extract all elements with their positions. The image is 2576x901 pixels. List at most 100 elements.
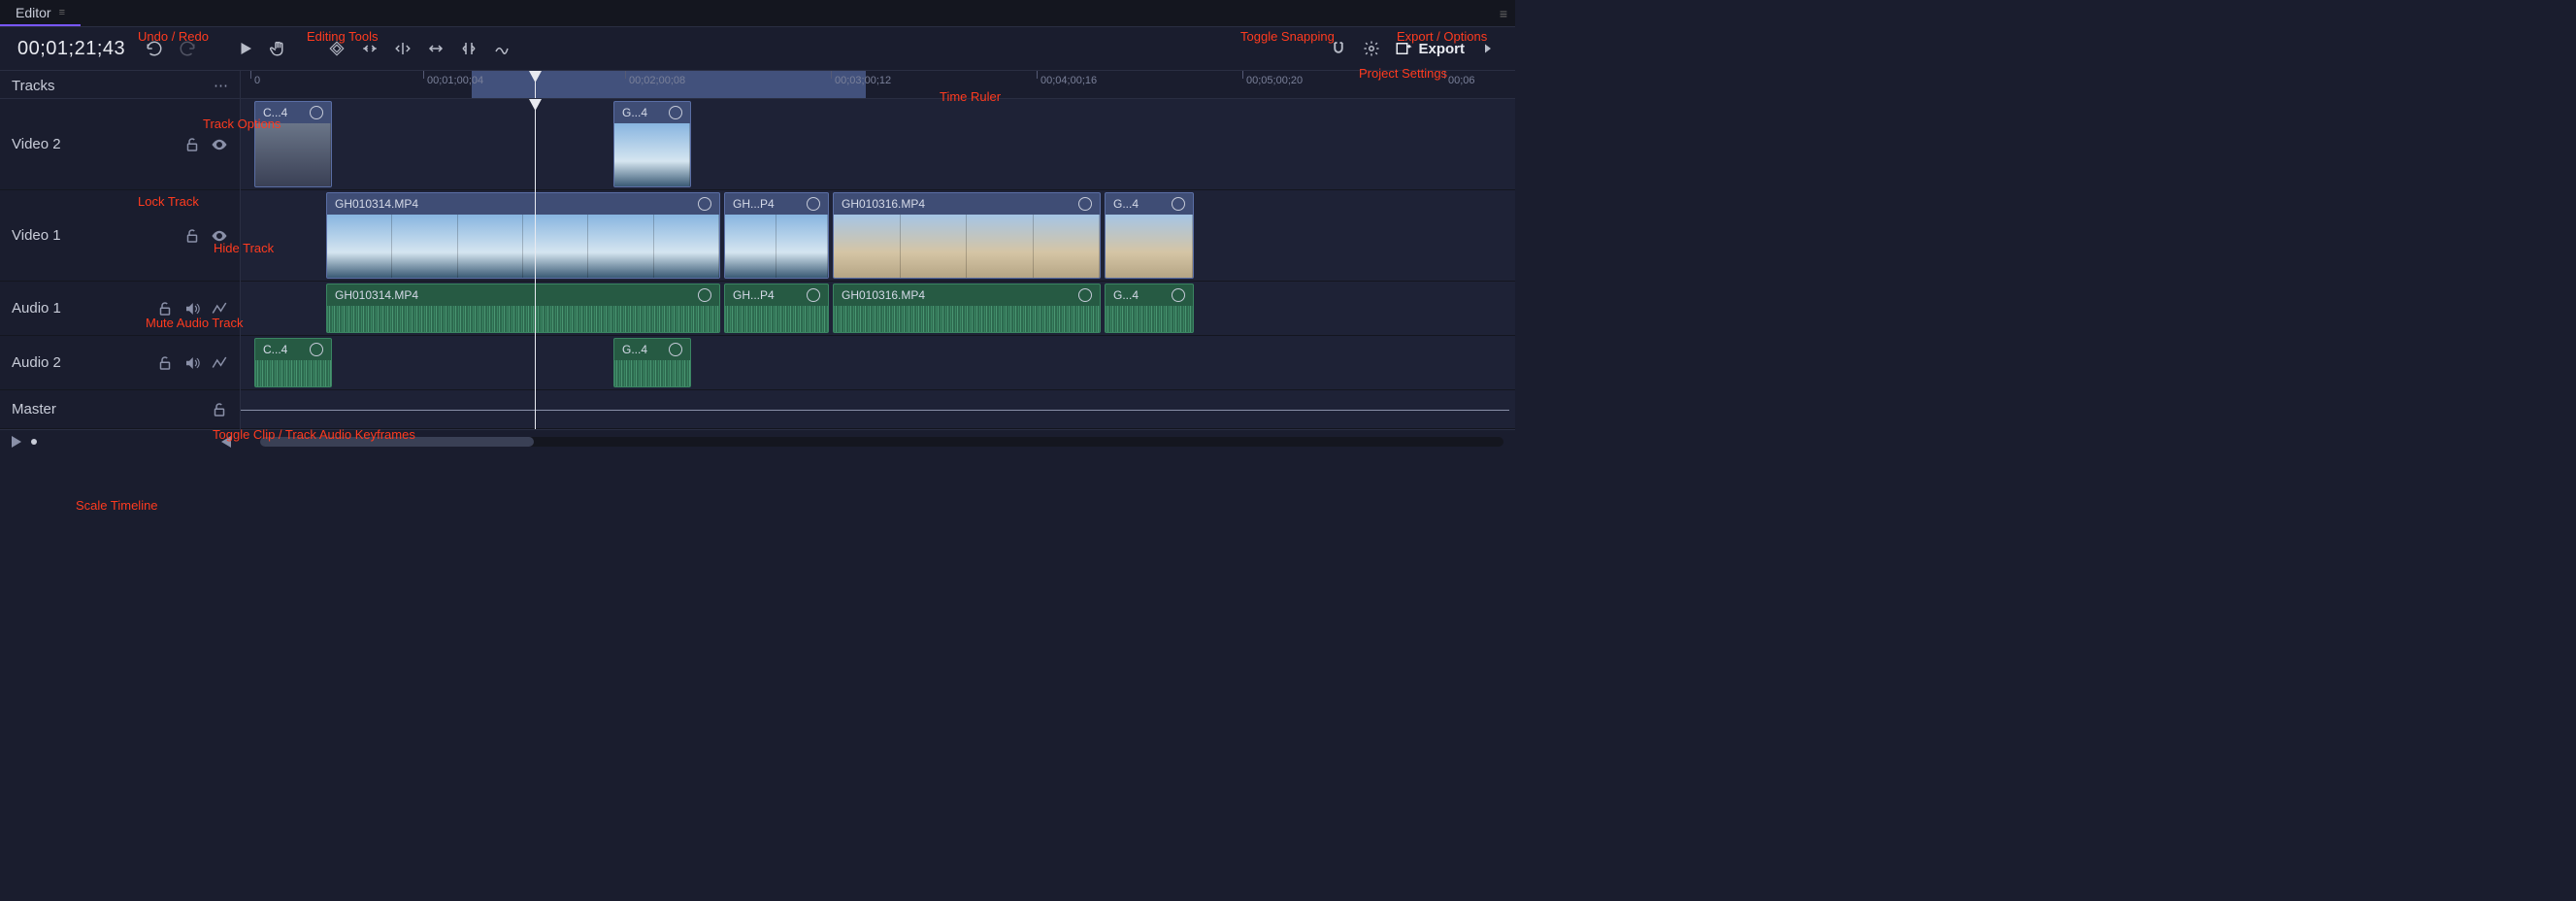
zoom-in-icon[interactable] [221,436,231,448]
lock-icon[interactable] [211,401,228,418]
toolbar: 00;01;21;43 Export [0,27,1515,70]
video-clip[interactable]: GH010316.MP4 [833,192,1101,279]
waveform [1106,306,1193,332]
export-label: Export [1418,41,1465,57]
track-lanes[interactable]: C...4 G...4 GH010314.MP4 GH...P4 GH010316.M… [241,99,1515,429]
lock-icon[interactable] [183,136,201,153]
timeline-footer [0,429,1515,452]
tab-bar: Editor ≡ ≡ [0,0,1515,27]
export-more-icon[interactable] [1478,39,1498,58]
keyframe-toggle-icon[interactable] [211,354,228,372]
rate-stretch-icon[interactable] [492,39,512,58]
waveform [725,306,828,332]
eye-icon[interactable] [211,136,228,153]
waveform [834,306,1100,332]
video-clip[interactable]: GH010314.MP4 [326,192,720,279]
track-name: Audio 1 [12,300,147,317]
horizontal-scrollbar[interactable] [260,437,1503,447]
diamond-tool-icon[interactable] [327,39,347,58]
clip-label: C...4 [263,106,287,119]
split-tool-icon[interactable] [459,39,479,58]
playhead-head[interactable] [535,71,536,98]
track-name: Video 1 [12,227,174,244]
lane-master[interactable] [241,390,1515,429]
audio-clip[interactable]: G...4 [1105,284,1194,333]
clip-label: GH010316.MP4 [842,288,925,302]
ruler-tick: 00;02;00;08 [629,75,685,86]
link-icon [666,340,685,359]
waveform [614,360,690,386]
video-clip[interactable]: G...4 [613,101,691,187]
scrollbar-thumb[interactable] [260,437,534,447]
tab-title: Editor [16,5,51,20]
speaker-icon[interactable] [183,300,201,317]
track-header-audio1[interactable]: Audio 1 [0,282,240,336]
audio-clip[interactable]: GH010316.MP4 [833,284,1101,333]
keyframe-toggle-icon[interactable] [211,300,228,317]
clip-label: GH...P4 [733,197,775,211]
lane-video1[interactable]: GH010314.MP4 GH...P4 GH010316.MP4 G...4 [241,190,1515,282]
track-name: Audio 2 [12,354,147,371]
audio-clip[interactable]: G...4 [613,338,691,387]
zoom-out-icon[interactable] [12,436,21,448]
track-header-master[interactable]: Master [0,390,240,429]
zoom-marker[interactable] [31,439,37,445]
master-level-line[interactable] [241,410,1509,411]
tracks-options-icon[interactable]: ⋯ [214,77,228,94]
audio-clip[interactable]: GH...P4 [724,284,829,333]
redo-icon[interactable] [178,39,197,58]
clip-label: G...4 [622,106,647,119]
link-icon [804,285,823,305]
clip-label: G...4 [1113,197,1139,211]
lane-video2[interactable]: C...4 G...4 [241,99,1515,190]
clip-label: GH...P4 [733,288,775,302]
link-icon [1075,194,1095,214]
link-icon [666,103,685,122]
lock-icon[interactable] [156,300,174,317]
ripple-trim-icon[interactable] [360,39,380,58]
link-icon [695,194,714,214]
link-icon [695,285,714,305]
lane-audio1[interactable]: GH010314.MP4 GH...P4 GH010316.MP4 G...4 [241,282,1515,336]
link-icon [1075,285,1095,305]
play-icon[interactable] [236,39,255,58]
ruler-tick: 00;04;00;16 [1040,75,1097,86]
export-button[interactable]: Export [1395,40,1465,57]
speaker-icon[interactable] [183,354,201,372]
ruler-tick: 00;05;00;20 [1246,75,1303,86]
clip-label: G...4 [1113,288,1139,302]
slip-tool-icon[interactable] [393,39,413,58]
settings-gear-icon[interactable] [1362,39,1381,58]
lock-icon[interactable] [183,227,201,245]
snapping-toggle-icon[interactable] [1329,39,1348,58]
link-icon [1169,194,1188,214]
track-header-video2[interactable]: Video 2 [0,99,240,190]
clip-label: GH010314.MP4 [335,288,418,302]
timecode-display[interactable]: 00;01;21;43 [17,38,125,60]
track-headers: Video 2 Video 1 Audio 1 Audio 2 [0,99,241,429]
audio-clip[interactable]: C...4 [254,338,332,387]
clip-label: C...4 [263,343,287,356]
video-clip[interactable]: G...4 [1105,192,1194,279]
video-clip[interactable]: GH...P4 [724,192,829,279]
undo-icon[interactable] [145,39,164,58]
tab-menu-icon[interactable]: ≡ [59,7,65,18]
audio-clip[interactable]: GH010314.MP4 [326,284,720,333]
waveform [255,360,331,386]
ruler-tick: 0 [254,75,260,86]
time-ruler[interactable]: 000;01;00;0400;02;00;0800;03;00;1200;04;… [241,71,1515,98]
lane-audio2[interactable]: C...4 G...4 [241,336,1515,390]
ruler-tick: 00;03;00;12 [835,75,891,86]
editor-tab[interactable]: Editor ≡ [0,1,81,26]
hand-tool-icon[interactable] [269,39,288,58]
track-header-audio2[interactable]: Audio 2 [0,336,240,390]
lock-icon[interactable] [156,354,174,372]
playhead[interactable] [535,99,536,429]
eye-icon[interactable] [211,227,228,245]
panel-menu-icon[interactable]: ≡ [1500,6,1507,21]
track-header-video1[interactable]: Video 1 [0,190,240,282]
slide-tool-icon[interactable] [426,39,446,58]
track-name: Master [12,401,201,417]
video-clip[interactable]: C...4 [254,101,332,187]
track-name: Video 2 [12,136,174,152]
